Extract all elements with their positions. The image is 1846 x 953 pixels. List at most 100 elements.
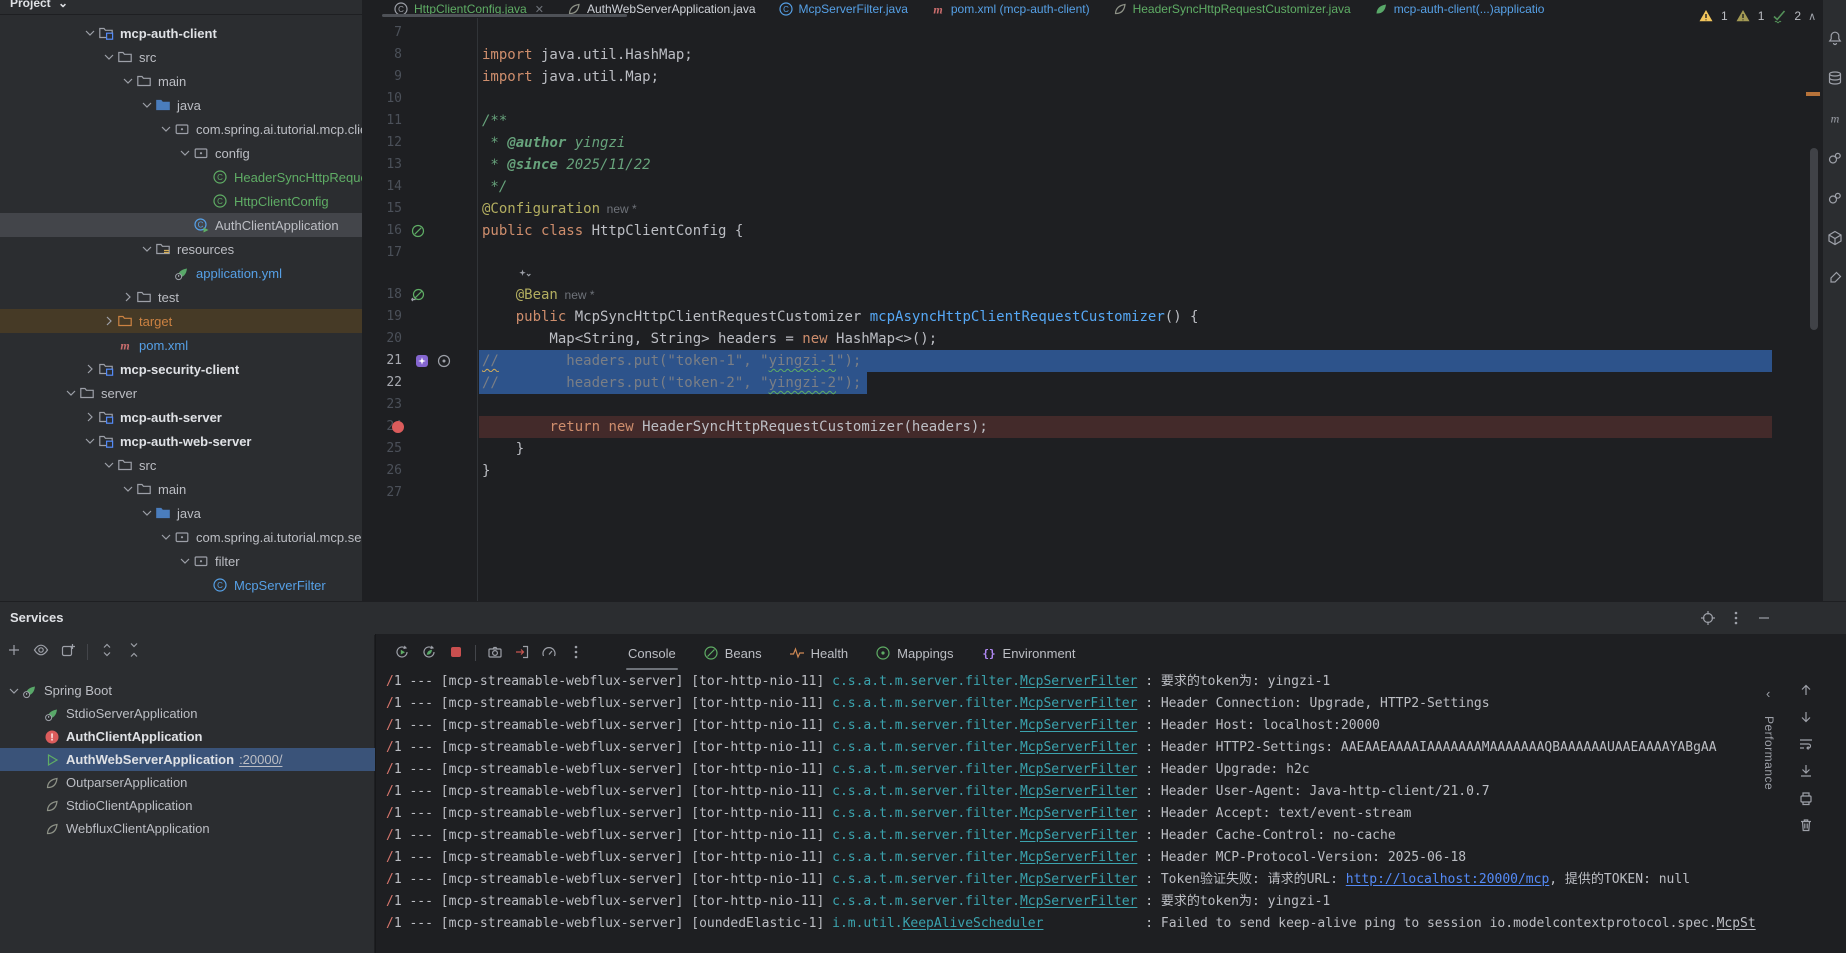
logger-link[interactable]: McpServerFilter [1020, 806, 1137, 821]
rail-softwrap-button[interactable] [1798, 736, 1814, 752]
tree-item-label: resources [177, 242, 234, 257]
dotsv-button[interactable] [1728, 610, 1744, 629]
port-link[interactable]: :20000/ [239, 752, 282, 767]
minus-button[interactable] [1756, 610, 1772, 629]
run-item-label: StdioClientApplication [66, 798, 192, 813]
code-line-14[interactable]: 14 */ [362, 176, 1822, 198]
code-line-21[interactable]: 21// headers.put("token-1", "yingzi-1"); [362, 350, 1822, 372]
code-line-23[interactable]: 23 [362, 394, 1822, 416]
console-tab-beans[interactable]: Beans [695, 640, 770, 666]
project-panel-header[interactable]: Project ⌄ [0, 0, 362, 15]
run-item-authwebserverapplication[interactable]: AuthWebServerApplication:20000/ [0, 748, 402, 771]
logger-link[interactable]: McpServerFilter [1020, 894, 1137, 909]
console-tab-mappings[interactable]: Mappings [867, 640, 961, 666]
tab-pom-xml-mcp-auth-client-[interactable]: mpom.xml (mcp-auth-client) [919, 0, 1101, 18]
console-tab-environment[interactable]: {}Environment [973, 640, 1084, 666]
code-line-16[interactable]: 16public class HttpClientConfig { [362, 220, 1822, 242]
logger-link[interactable]: McpServerFilter [1020, 718, 1137, 733]
tab-mcp-auth-client-applicatio[interactable]: mcp-auth-client(...)applicatio [1362, 0, 1556, 18]
run-item-spring boot[interactable]: Spring Boot [0, 679, 380, 702]
code-line-15[interactable]: 15@Configuration new * [362, 198, 1822, 220]
target-button[interactable] [1700, 610, 1716, 629]
logger-link[interactable]: McpServerFilter [1020, 696, 1137, 711]
rail-up-button[interactable] [1798, 682, 1814, 698]
console-line: /1 --- [mcp-streamable-webflux-server] [… [386, 913, 1756, 935]
plus-button[interactable] [6, 642, 22, 661]
logger-link[interactable]: McpServerFilter [1020, 872, 1137, 887]
stripe-cube-button[interactable] [1827, 230, 1843, 246]
eye-button[interactable] [33, 642, 49, 661]
code-line-8[interactable]: 8import java.util.HashMap; [362, 44, 1822, 66]
tab-scrollbar[interactable] [382, 14, 627, 17]
collapse-icon[interactable]: ‹ [1766, 686, 1770, 701]
code-line-25[interactable]: 25 } [362, 438, 1822, 460]
code-line-9[interactable]: 9import java.util.Map; [362, 66, 1822, 88]
console-log[interactable]: /1 --- [mcp-streamable-webflux-server] [… [386, 671, 1766, 946]
collapse-button[interactable] [126, 642, 142, 661]
stripe-stripem-button[interactable]: m [1827, 110, 1843, 126]
logger-link[interactable]: McpServerFilter [1020, 674, 1137, 689]
camera-button[interactable] [487, 644, 503, 663]
rerun-button[interactable] [394, 644, 410, 663]
logger-link[interactable]: McpServerFilter [1020, 850, 1137, 865]
unfold-button[interactable] [99, 642, 115, 661]
code-line-11[interactable]: 11/** [362, 110, 1822, 132]
stop-button[interactable] [448, 644, 464, 663]
editor-scrollbar[interactable] [1810, 148, 1818, 330]
code-editor[interactable]: 78import java.util.HashMap;9import java.… [362, 18, 1822, 601]
code-line-26[interactable]: 26} [362, 460, 1822, 482]
code-line-13[interactable]: 13 * @since 2025/11/22 [362, 154, 1822, 176]
gauge-button[interactable] [541, 644, 557, 663]
run-item-webfluxclientapplication[interactable]: WebfluxClientApplication [0, 817, 402, 840]
run-item-authclientapplication[interactable]: !AuthClientApplication [0, 725, 402, 748]
rail-printer-button[interactable] [1798, 790, 1814, 806]
stripe-blob2-button[interactable] [1827, 190, 1843, 206]
services-header[interactable]: Services [0, 601, 1846, 636]
code-line-7[interactable]: 7 [362, 22, 1822, 44]
code-line-12[interactable]: 12 * @author yingzi [362, 132, 1822, 154]
console-line: /1 --- [mcp-streamable-webflux-server] [… [386, 847, 1466, 869]
code-line-20[interactable]: 20 Map<String, String> headers = new Has… [362, 328, 1822, 350]
logger-link[interactable]: KeepAliveScheduler [903, 916, 1044, 931]
logger-link[interactable]: McpServerFilter [1020, 784, 1137, 799]
stripe-db-button[interactable] [1827, 70, 1843, 86]
code-line-18[interactable]: 18 @Bean new * [362, 284, 1822, 306]
rerun-spring-button[interactable] [421, 644, 437, 663]
package-icon [193, 145, 209, 161]
run-item-outparserapplication[interactable]: OutparserApplication [0, 771, 402, 794]
code-line-22[interactable]: 22// headers.put("token-2", "yingzi-2"); [362, 372, 1822, 394]
codevision-inlay-row[interactable] [362, 264, 1822, 284]
rail-down-button[interactable] [1798, 709, 1814, 725]
prev-problem-icon[interactable]: ∧ [1808, 10, 1816, 23]
code-line-10[interactable]: 10 [362, 88, 1822, 110]
run-item-label: AuthClientApplication [66, 729, 203, 744]
code-line-24[interactable]: 24 return new HeaderSyncHttpRequestCusto… [362, 416, 1822, 438]
logger-link[interactable]: McpServerFilter [1020, 740, 1137, 755]
breakpoint-icon[interactable] [392, 421, 404, 433]
run-item-stdioserverapplication[interactable]: StdioServerApplication [0, 702, 402, 725]
url-link[interactable]: http://localhost:20000/mcp [1346, 872, 1550, 887]
inspections-widget[interactable]: 112∧∨ [1698, 8, 1831, 24]
performance-tab[interactable]: Performance [1762, 716, 1776, 790]
rail-scrollend-button[interactable] [1798, 763, 1814, 779]
tab-mcpserverfilter-java[interactable]: CMcpServerFilter.java [767, 0, 919, 18]
exit-button[interactable] [514, 644, 530, 663]
rail-trash-button[interactable] [1798, 817, 1814, 833]
code-line-19[interactable]: 19 public McpSyncHttpClientRequestCustom… [362, 306, 1822, 328]
stripe-brush-button[interactable] [1827, 270, 1843, 286]
line-number: 19 [362, 306, 402, 328]
error-stripe-mark[interactable] [1806, 92, 1820, 96]
console-tab-console[interactable]: Console [620, 640, 684, 666]
sqplus-button[interactable] [60, 642, 76, 661]
code-line-27[interactable]: 27 [362, 482, 1822, 504]
run-item-stdioclientapplication[interactable]: StdioClientApplication [0, 794, 402, 817]
dotsv-button[interactable] [568, 644, 584, 663]
console-tab-health[interactable]: Health [781, 640, 857, 666]
logger-link[interactable]: McpServerFilter [1020, 828, 1137, 843]
stripe-bell-button[interactable] [1827, 30, 1843, 46]
tab-headersynchttprequestcustomizer-java[interactable]: HeaderSyncHttpRequestCustomizer.java [1101, 0, 1362, 18]
bell-icon [1827, 30, 1843, 46]
code-line-17[interactable]: 17 [362, 242, 1822, 264]
stripe-blob-button[interactable] [1827, 150, 1843, 166]
logger-link[interactable]: McpServerFilter [1020, 762, 1137, 777]
